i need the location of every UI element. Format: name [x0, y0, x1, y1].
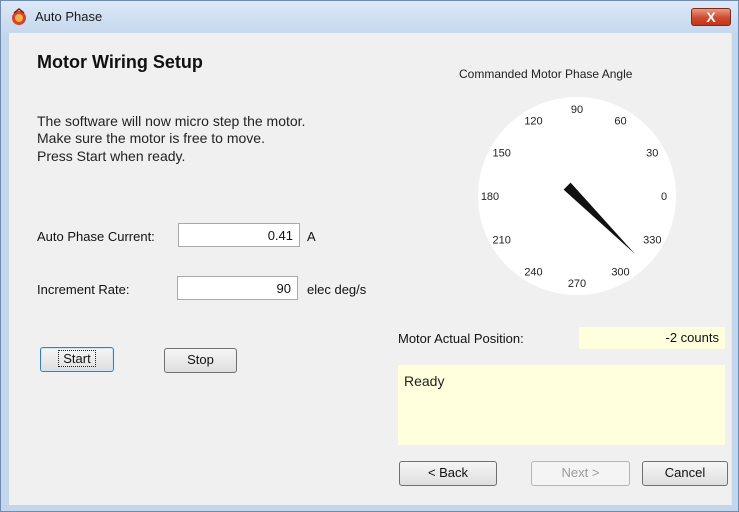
auto-phase-current-label: Auto Phase Current:	[37, 229, 155, 244]
dial-title: Commanded Motor Phase Angle	[459, 67, 633, 81]
next-button[interactable]: Next >	[531, 461, 630, 486]
dialog-body: Motor Wiring Setup The software will now…	[9, 33, 732, 505]
dial-tick-label: 120	[524, 116, 542, 128]
dial-tick-label: 180	[481, 191, 499, 203]
increment-rate-unit: elec deg/s	[307, 282, 367, 297]
cancel-button[interactable]: Cancel	[642, 461, 728, 486]
title-bar[interactable]: Auto Phase X	[1, 1, 738, 33]
increment-rate-field[interactable]: 90	[177, 276, 298, 300]
dial-tick-label: 0	[661, 191, 667, 203]
dial-tick-label: 240	[524, 266, 542, 278]
stop-button[interactable]: Stop	[164, 348, 237, 373]
app-icon	[12, 8, 26, 25]
phase-angle-dial: 0 30 60 90 120 150 180 210 240 270 300 330	[478, 97, 676, 295]
dial-tick-label: 150	[493, 148, 511, 160]
close-button[interactable]: X	[691, 8, 731, 26]
dial-tick-label: 330	[643, 235, 661, 247]
dial-tick-label: 90	[571, 104, 583, 116]
increment-rate-label: Increment Rate:	[37, 282, 130, 297]
auto-phase-window: Auto Phase X Motor Wiring Setup The soft…	[0, 0, 739, 512]
motor-actual-position-label: Motor Actual Position:	[398, 331, 524, 346]
status-box: Ready	[398, 365, 725, 445]
start-button[interactable]: Start	[40, 347, 114, 372]
page-title: Motor Wiring Setup	[37, 52, 203, 72]
start-button-label: Start	[58, 350, 96, 367]
close-icon: X	[706, 9, 716, 25]
dial-tick-label: 300	[611, 266, 629, 278]
dial-tick-label: 30	[646, 148, 658, 160]
dial-tick-label: 60	[614, 116, 626, 128]
instruction-line-1: The software will now micro step the mot…	[37, 113, 306, 129]
auto-phase-current-unit: A	[307, 229, 316, 244]
auto-phase-current-field[interactable]: 0.41	[178, 223, 300, 247]
instruction-line-3: Press Start when ready.	[37, 148, 186, 164]
instruction-line-2: Make sure the motor is free to move.	[37, 130, 265, 146]
dial-tick-label: 270	[568, 278, 586, 290]
window-title: Auto Phase	[35, 9, 103, 24]
dial-tick-label: 210	[493, 235, 511, 247]
back-button[interactable]: < Back	[399, 461, 497, 486]
motor-actual-position-value: -2 counts	[579, 327, 725, 349]
